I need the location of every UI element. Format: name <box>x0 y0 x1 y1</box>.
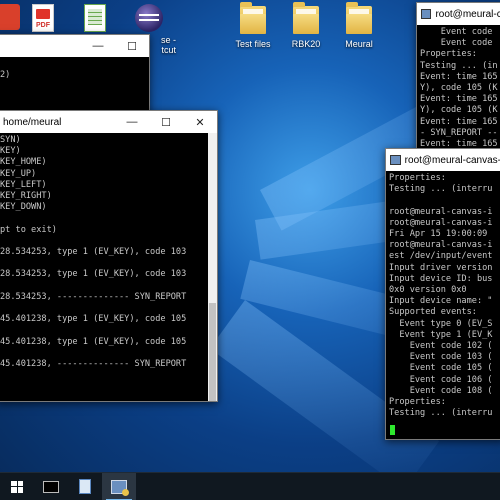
taskbar <box>0 472 500 500</box>
terminal-line: Fri Apr 15 19:00:09 <box>389 229 488 240</box>
terminal-line: Input device name: " <box>389 296 493 307</box>
title-bar[interactable]: — ☐ <box>0 35 149 57</box>
start-button[interactable] <box>0 473 34 500</box>
spreadsheet-file-icon <box>84 4 106 32</box>
terminal-line: KEY_UP) <box>0 168 37 179</box>
putty-icon <box>111 479 129 496</box>
terminal-line: Testing ... (interru <box>389 184 493 195</box>
terminal-line: Event type 1 (EV_K <box>389 329 493 340</box>
terminal-line: Event: time 165 <box>420 71 498 82</box>
terminal-line: Event code 105 ( <box>389 363 493 374</box>
terminal-line: Event code 108 ( <box>389 385 493 396</box>
scrollbar-thumb[interactable] <box>209 303 216 401</box>
minimize-button[interactable]: — <box>115 111 149 133</box>
terminal-line: SYN) <box>0 135 21 145</box>
windows-logo-icon <box>11 480 23 493</box>
minimize-button[interactable]: — <box>81 35 115 57</box>
terminal-line: root@meural-canvas-i <box>389 240 493 251</box>
terminal-line: 0x0 version 0x0 <box>389 285 467 296</box>
terminal-line: 45.401238, -------------- SYN_REPORT <box>0 359 187 370</box>
terminal-window-top-right[interactable]: root@meural-canv Event code Event codePr… <box>416 2 500 150</box>
title-bar[interactable]: root@meural-canvas-ii: /h <box>386 149 500 171</box>
terminal-line: 2) <box>0 70 11 81</box>
maximize-button[interactable]: ☐ <box>115 35 149 57</box>
terminal-output[interactable]: Event code Event code Properties: Testing … <box>417 25 500 149</box>
notepad-app-button[interactable] <box>68 473 102 500</box>
terminal-line: 45.401238, type 1 (EV_KEY), code 105 <box>0 336 187 347</box>
terminal-line: 28.534253, -------------- SYN_REPORT <box>0 291 187 302</box>
terminal-line: root@meural-canvas-i <box>389 217 493 228</box>
terminal-line: Event type 0 (EV_S <box>389 318 493 329</box>
terminal-line: root@meural-canvas-i <box>389 206 493 217</box>
terminal-line: KEY) <box>0 146 21 157</box>
terminal-line: Y), code 105 (K <box>420 105 498 116</box>
terminal-line: Event code 103 ( <box>389 352 493 363</box>
pdf-label: PDF <box>36 22 50 29</box>
terminal-line: Properties: <box>420 49 477 60</box>
terminal-line: Event: time 165 <box>420 94 498 105</box>
terminal-icon <box>43 480 59 493</box>
terminal-output[interactable]: Properties: Testing ... (interru root@meu… <box>386 171 500 421</box>
meural-label: Meural <box>345 39 373 49</box>
terminal-line: - SYN_REPORT -- <box>420 127 498 138</box>
terminal-output[interactable]: SYN) KEY) KEY_HOME) KEY_UP) KEY_LEFT) KEY_RIG… <box>0 133 217 372</box>
terminal-line: Y), code 105 (K <box>420 83 498 94</box>
desktop-icon-spreadsheet[interactable] <box>64 4 126 35</box>
putty-icon <box>390 155 401 165</box>
terminal-line: 28.534253, type 1 (EV_KEY), code 103 <box>0 269 187 280</box>
terminal-app-button[interactable] <box>34 473 68 500</box>
terminal-line: Input driver version <box>389 262 493 273</box>
terminal-line: Input device ID: bus <box>389 273 493 284</box>
putty-app-button[interactable] <box>102 472 136 500</box>
putty-icon <box>421 9 432 19</box>
desktop-icon-meural[interactable]: Meural <box>328 2 390 49</box>
terminal-line: Supported events: <box>389 307 477 318</box>
terminal-line: 28.534253, type 1 (EV_KEY), code 103 <box>0 247 187 258</box>
terminal-line: Event code <box>420 27 493 37</box>
terminal-line: KEY_LEFT) <box>0 179 47 190</box>
maximize-button[interactable]: ☐ <box>149 111 183 133</box>
terminal-line: KEY_RIGHT) <box>0 191 52 202</box>
terminal-cursor <box>390 425 395 435</box>
notepad-icon <box>79 479 91 494</box>
terminal-line: 45.401238, type 1 (EV_KEY), code 105 <box>0 314 187 325</box>
terminal-line: Testing ... (in <box>420 60 498 71</box>
terminal-line: est /dev/input/event <box>389 251 493 262</box>
terminal-window-front-right[interactable]: root@meural-canvas-ii: /h Properties:Tes… <box>385 148 500 440</box>
terminal-line: Properties: <box>389 173 446 183</box>
terminal-line: Event code 102 ( <box>389 341 493 352</box>
title-bar[interactable]: root@meural-canv <box>417 3 500 25</box>
folder-icon <box>346 2 372 36</box>
window-title: root@meural-canvas-ii: /h <box>404 154 500 166</box>
pdf-file-icon: PDF <box>32 4 54 32</box>
eclipse-icon <box>135 4 163 32</box>
title-bar[interactable]: home/meural — ☐ ✕ <box>0 111 217 133</box>
terminal-window-main[interactable]: home/meural — ☐ ✕ SYN) KEY) KEY_HOME) KEY_U… <box>0 110 218 402</box>
terminal-line: Properties: <box>389 397 446 408</box>
terminal-line: pt to exit) <box>0 224 57 235</box>
folder-icon <box>293 2 319 36</box>
terminal-line: Event code 106 ( <box>389 374 493 385</box>
window-title: root@meural-canv <box>435 8 500 20</box>
folder-icon <box>240 2 266 36</box>
scrollbar[interactable] <box>208 133 217 401</box>
terminal-line: Event: time 165 <box>420 116 498 127</box>
terminal-line: Event code <box>420 38 493 49</box>
window-title: home/meural <box>3 116 62 128</box>
terminal-line: KEY_HOME) <box>0 157 47 168</box>
close-button[interactable]: ✕ <box>183 111 217 133</box>
terminal-line: KEY_DOWN) <box>0 202 47 213</box>
terminal-line: Testing ... (interru <box>389 408 493 419</box>
